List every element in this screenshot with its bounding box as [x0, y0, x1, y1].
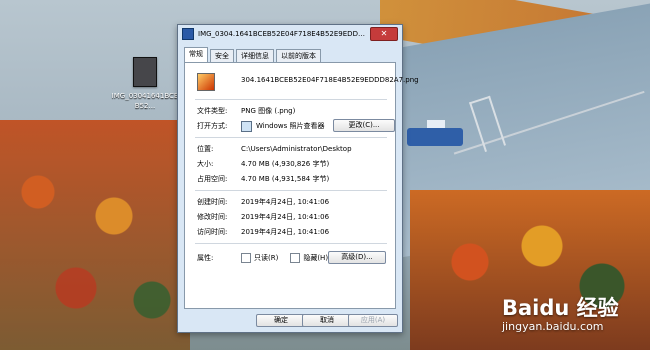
- location-label: 位置:: [197, 145, 214, 153]
- image-file-icon: [133, 57, 157, 87]
- size-label: 大小:: [197, 160, 214, 168]
- row-size: 大小: 4.70 MB (4,930,826 字节): [197, 158, 329, 170]
- row-modified: 修改时间: 2019年4月24日, 10:41:06: [197, 211, 329, 223]
- accessed-label: 访问时间:: [197, 228, 228, 236]
- tab-previous-versions[interactable]: 以前的版本: [276, 49, 321, 62]
- created-value: 2019年4月24日, 10:41:06: [241, 198, 330, 206]
- readonly-checkbox[interactable]: 只读(R): [241, 253, 278, 263]
- modified-value: 2019年4月24日, 10:41:06: [241, 213, 330, 221]
- tab-general[interactable]: 常规: [184, 47, 208, 62]
- window-title: IMG_0304.1641BCEB52E04F718E4B52E9EDDD82.…: [198, 30, 368, 38]
- open-with-value: Windows 照片查看器: [256, 122, 325, 130]
- watermark-site: jingyan.baidu.com: [502, 320, 604, 333]
- desktop-file-label: IMG_03041641BCEB52...: [111, 92, 179, 110]
- size-value: 4.70 MB (4,930,826 字节): [241, 160, 330, 168]
- change-button[interactable]: 更改(C)...: [333, 119, 395, 132]
- general-tab-panel: 304.1641BCEB52E04F718E4B52E9EDDD82A7.png…: [184, 62, 419, 309]
- advanced-button[interactable]: 高级(D)...: [328, 251, 386, 264]
- dialog-footer: 确定 取消 应用(A): [178, 314, 402, 328]
- open-with-label: 打开方式:: [197, 122, 228, 130]
- apply-button[interactable]: 应用(A): [348, 314, 398, 327]
- cancel-button[interactable]: 取消: [302, 314, 352, 327]
- size-on-disk-value: 4.70 MB (4,931,584 字节): [241, 175, 330, 183]
- file-name-field[interactable]: 304.1641BCEB52E04F718E4B52E9EDDD82A7.png: [241, 76, 419, 84]
- separator: [195, 243, 387, 244]
- file-type-label: 文件类型:: [197, 107, 228, 115]
- row-file-type: 文件类型: PNG 图像 (.png): [197, 105, 295, 117]
- ok-button[interactable]: 确定: [256, 314, 306, 327]
- window-icon: [182, 28, 194, 40]
- modified-label: 修改时间:: [197, 213, 228, 221]
- row-attributes: 属性: 只读(R) 隐藏(H): [197, 252, 328, 264]
- tab-security[interactable]: 安全: [210, 49, 234, 62]
- readonly-label: 只读(R): [254, 254, 279, 262]
- row-created: 创建时间: 2019年4月24日, 10:41:06: [197, 196, 329, 208]
- created-label: 创建时间:: [197, 198, 228, 206]
- baidu-watermark: Baidu 经验 jingyan.baidu.com: [502, 292, 619, 333]
- titlebar[interactable]: IMG_0304.1641BCEB52E04F718E4B52E9EDDD82.…: [178, 25, 402, 43]
- desktop-file-icon[interactable]: IMG_03041641BCEB52...: [110, 57, 180, 111]
- file-type-icon: [197, 73, 215, 91]
- location-value: C:\Users\Administrator\Desktop: [241, 145, 352, 153]
- hidden-label: 隐藏(H): [303, 254, 329, 262]
- row-size-on-disk: 占用空间: 4.70 MB (4,931,584 字节): [197, 173, 329, 185]
- tab-details[interactable]: 详细信息: [236, 49, 274, 62]
- wallpaper-ship: [407, 120, 463, 146]
- wallpaper-forest-left: [0, 120, 190, 350]
- file-type-value: PNG 图像 (.png): [241, 107, 296, 115]
- tab-strip: 常规 安全 详细信息 以前的版本: [184, 47, 323, 62]
- hidden-checkbox[interactable]: 隐藏(H): [290, 253, 328, 263]
- accessed-value: 2019年4月24日, 10:41:06: [241, 228, 330, 236]
- close-icon: ✕: [380, 29, 388, 38]
- close-button[interactable]: ✕: [370, 27, 398, 41]
- row-location: 位置: C:\Users\Administrator\Desktop: [197, 143, 352, 155]
- watermark-brand: Baidu 经验: [502, 296, 619, 320]
- separator: [195, 190, 387, 191]
- separator: [195, 99, 387, 100]
- photo-viewer-icon: [241, 120, 252, 132]
- properties-dialog: IMG_0304.1641BCEB52E04F718E4B52E9EDDD82.…: [177, 24, 419, 333]
- checkbox-box[interactable]: [241, 253, 251, 263]
- row-accessed: 访问时间: 2019年4月24日, 10:41:06: [197, 226, 329, 238]
- size-on-disk-label: 占用空间:: [197, 175, 228, 183]
- checkbox-box[interactable]: [290, 253, 301, 263]
- row-open-with: 打开方式: Windows 照片查看器: [197, 120, 324, 132]
- separator: [195, 137, 387, 138]
- attributes-label: 属性:: [197, 254, 214, 262]
